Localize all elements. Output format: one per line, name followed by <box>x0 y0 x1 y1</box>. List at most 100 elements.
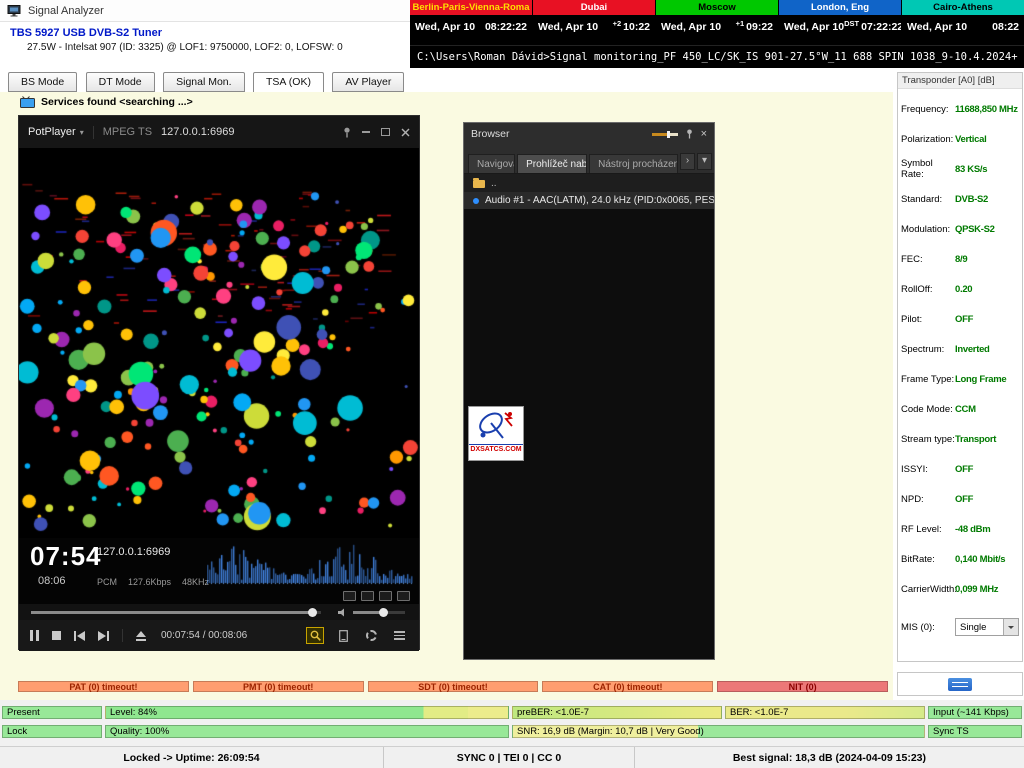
command-prompt[interactable]: C:\Users\Roman Dávid>Signal monitoring_P… <box>410 46 1024 68</box>
clock-right: +210:22 <box>613 21 650 33</box>
stream-format-label: MPEG TS <box>103 126 152 138</box>
minimize-icon[interactable] <box>362 131 370 133</box>
param-row: ISSYI: OFF <box>898 454 1022 484</box>
device-icon[interactable] <box>334 627 352 644</box>
potplayer-menu-button[interactable]: PotPlayer ▾ <box>28 126 84 138</box>
overlay-stream-url: 127.0.0.1:6969 <box>97 546 170 558</box>
clock-time-row: Wed, Apr 10 DST07:22:22 <box>779 15 901 33</box>
param-label: CarrierWidth: <box>901 584 955 595</box>
param-row: Spectrum: Inverted <box>898 334 1022 364</box>
clock-utc-offset: DST <box>844 19 859 28</box>
tuner-info: TBS 5927 USB DVB-S2 Tuner 27.5W - Intels… <box>0 22 410 68</box>
opacity-slider-handle[interactable] <box>667 131 670 138</box>
snr-bar: SNR: 16,9 dB (Margin: 10,7 dB | Very Goo… <box>512 725 925 738</box>
overlay-subtitle-icon[interactable] <box>379 591 392 601</box>
pin-icon[interactable] <box>343 127 351 138</box>
audio-track-item[interactable]: Audio #1 - AAC(LATM), 24.0 kHz (PID:0x00… <box>464 192 714 209</box>
main-content: Services found <searching ...> PotPlayer… <box>0 92 893 700</box>
browser-window-controls: × <box>652 129 707 139</box>
maximize-icon[interactable] <box>381 128 390 136</box>
stop-button[interactable] <box>52 631 61 640</box>
opacity-slider[interactable] <box>652 133 678 136</box>
overlay-playlist-icon[interactable] <box>397 591 410 601</box>
lock-indicator: Lock <box>2 725 102 738</box>
clock-time-row: Wed, Apr 10 +109:22 <box>656 15 778 33</box>
overlay-toolbar <box>343 591 410 601</box>
input-rate-indicator: Input (~141 Kbps) <box>928 706 1022 719</box>
mis-row: MIS (0): Single <box>898 618 1022 636</box>
tab-bs-mode[interactable]: BS Mode <box>8 72 77 92</box>
param-label: Symbol Rate: <box>901 158 955 180</box>
param-value: CCM <box>955 404 976 415</box>
seek-handle[interactable] <box>308 608 317 617</box>
clock-date: Wed, Apr 10 <box>661 21 721 33</box>
volume-handle[interactable] <box>379 608 388 617</box>
previous-button[interactable] <box>74 631 85 641</box>
tuner-details: 27.5W - Intelsat 907 (ID: 3325) @ LOF1: … <box>27 42 410 53</box>
settings-gear-icon[interactable] <box>362 627 380 644</box>
overlay-repeat-icon[interactable] <box>361 591 374 601</box>
video-area[interactable]: 07:54 08:06 127.0.0.1:6969 PCM 127.6Kbps… <box>19 148 419 604</box>
meter-mini-panel[interactable] <box>897 672 1023 696</box>
dxsatcs-logo-text: DXSATCS.COM <box>469 444 523 453</box>
param-label: Frequency: <box>901 104 955 115</box>
param-value: 11688,850 MHz <box>955 104 1018 115</box>
stream-url-label: 127.0.0.1:6969 <box>161 126 234 138</box>
mis-dropdown[interactable]: Single <box>955 618 1019 636</box>
param-value: 0,140 Mbit/s <box>955 554 1005 565</box>
tab-navigate[interactable]: Navigovat <box>468 154 515 173</box>
potplayer-titlebar[interactable]: PotPlayer ▾ MPEG TS 127.0.0.1:6969 <box>19 116 419 148</box>
pin-icon[interactable] <box>686 129 693 139</box>
clock-time-value: 09:22 <box>746 21 773 33</box>
param-label: Spectrum: <box>901 344 955 355</box>
clock-city-label: Dubai <box>533 0 655 15</box>
param-row: NPD: OFF <box>898 484 1022 514</box>
overlay-capture-icon[interactable] <box>343 591 356 601</box>
param-value: 0.20 <box>955 284 972 295</box>
search-icon[interactable] <box>306 627 324 644</box>
eject-button[interactable] <box>136 631 146 641</box>
clock-date: Wed, Apr 10 <box>784 21 844 33</box>
next-button[interactable] <box>98 631 109 641</box>
tab-dt-mode[interactable]: DT Mode <box>86 72 155 92</box>
param-value: OFF <box>955 464 973 475</box>
clock-city-label: Moscow <box>656 0 778 15</box>
tab-signal-mon[interactable]: Signal Mon. <box>163 72 244 92</box>
tab-title-browser[interactable]: Nástroj procházení titu... <box>589 154 678 173</box>
pause-button[interactable] <box>30 630 39 641</box>
window-title: Signal Analyzer <box>28 5 104 17</box>
samplerate-label: 48KHz <box>182 577 209 587</box>
signal-analyzer-window: Signal Analyzer Berlin-Paris-Vienna-Roma… <box>0 0 1024 768</box>
param-row: Code Mode: CCM <box>898 394 1022 424</box>
tab-av-player[interactable]: AV Player <box>332 72 404 92</box>
parent-directory-row[interactable]: .. <box>464 174 714 192</box>
browser-titlebar[interactable]: Browser × <box>464 123 714 145</box>
tab-menu-browser[interactable]: Prohlížeč nabídky <box>517 154 587 173</box>
tab-tsa[interactable]: TSA (OK) <box>253 72 324 94</box>
clock-right: 08:22:22 <box>483 21 527 33</box>
param-label: NPD: <box>901 494 955 505</box>
menu-icon[interactable] <box>390 627 408 644</box>
volume-slider[interactable] <box>353 611 405 614</box>
close-icon[interactable] <box>401 128 410 137</box>
clock-date: Wed, Apr 10 <box>415 21 475 33</box>
quality-bar: Quality: 100% <box>105 725 509 738</box>
mis-selected-value: Single <box>960 622 986 633</box>
clock-cell: Cairo-Athens Wed, Apr 10 08:22 <box>902 0 1024 45</box>
tab-list-dropdown-icon[interactable]: ▾ <box>697 153 712 170</box>
psi-table-bar: NIT (0) <box>717 681 888 692</box>
clock-right: +109:22 <box>736 21 773 33</box>
signal-status-row-1: Present Level: 84% preBER: <1.0E-7 BER: … <box>2 706 1022 719</box>
param-label: Stream type: <box>901 434 955 445</box>
tab-scroll-next-icon[interactable]: › <box>680 153 695 170</box>
params-rows: Frequency: 11688,850 MHz Polarization: V… <box>898 89 1022 604</box>
seek-bar[interactable] <box>31 611 321 614</box>
browser-title: Browser <box>471 128 510 140</box>
mode-tabs: BS Mode DT Mode Signal Mon. TSA (OK) AV … <box>0 68 893 92</box>
speaker-icon[interactable] <box>338 608 347 617</box>
tuner-name: TBS 5927 USB DVB-S2 Tuner <box>10 27 410 39</box>
close-icon[interactable]: × <box>701 129 707 139</box>
meter-icon <box>948 678 972 691</box>
param-label: Standard: <box>901 194 955 205</box>
param-row: BitRate: 0,140 Mbit/s <box>898 544 1022 574</box>
